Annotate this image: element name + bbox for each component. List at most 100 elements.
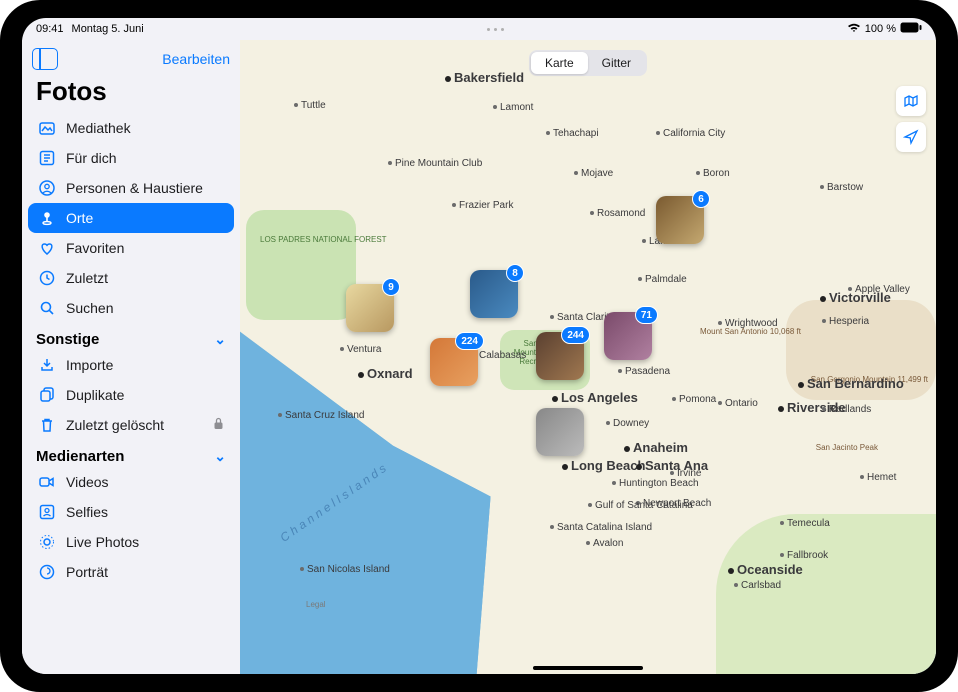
city-label: Barstow xyxy=(820,182,863,193)
city-label: Downey xyxy=(606,418,649,429)
city-label: San Bernardino xyxy=(798,376,904,391)
map-settings-button[interactable] xyxy=(896,86,926,116)
lock-icon xyxy=(213,417,224,433)
sidebar-item-label: Duplikate xyxy=(66,387,124,403)
nav-media: Videos Selfies Live Photos Porträt xyxy=(22,467,240,587)
city-label: Irvine xyxy=(670,468,701,479)
city-label: Bakersfield xyxy=(445,70,524,85)
portrait-icon xyxy=(38,563,56,581)
map-legal-link[interactable]: Legal xyxy=(306,600,326,609)
photo-cluster[interactable]: 71 xyxy=(604,312,652,360)
battery-percent: 100 % xyxy=(865,23,896,35)
sidebar-item-label: Mediathek xyxy=(66,120,131,136)
sidebar-item-foryou[interactable]: Für dich xyxy=(28,143,234,173)
city-label: Pine Mountain Club xyxy=(388,158,482,169)
locate-me-button[interactable] xyxy=(896,122,926,152)
status-date: Montag 5. Juni xyxy=(72,23,144,35)
city-label: Hemet xyxy=(860,472,896,483)
city-label: Temecula xyxy=(780,518,830,529)
app-title: Fotos xyxy=(22,74,240,113)
photo-cluster[interactable]: 224 xyxy=(430,338,478,386)
city-label: Anaheim xyxy=(624,440,688,455)
people-icon xyxy=(38,179,56,197)
city-label: Lamont xyxy=(493,102,533,113)
nav-main: Mediathek Für dich Personen & Haustiere … xyxy=(22,113,240,323)
city-label: Apple Valley xyxy=(848,284,910,295)
city-label: Santa Catalina Island xyxy=(550,522,652,533)
city-label: Tuttle xyxy=(294,100,326,111)
search-icon xyxy=(38,299,56,317)
city-label: Avalon xyxy=(586,538,623,549)
sidebar-item-label: Für dich xyxy=(66,150,117,166)
cluster-count-badge: 244 xyxy=(561,326,590,344)
label-peak-antonio: Mount San Antonio 10,068 ft xyxy=(700,328,801,337)
photo-cluster[interactable]: 8 xyxy=(470,270,518,318)
wifi-icon xyxy=(847,23,861,36)
sidebar-item-recent[interactable]: Zuletzt xyxy=(28,263,234,293)
livephoto-icon xyxy=(38,533,56,551)
trash-icon xyxy=(38,416,56,434)
city-label: Calabasas xyxy=(472,350,526,361)
statusbar: 09:41 Montag 5. Juni 100 % xyxy=(22,18,936,40)
city-label: Wrightwood xyxy=(718,318,778,329)
city-label: San Nicolas Island xyxy=(300,564,390,575)
section-media[interactable]: Medienarten ⌄ xyxy=(22,440,240,467)
city-label: Redlands xyxy=(822,404,871,415)
chevron-down-icon: ⌄ xyxy=(214,331,226,348)
city-label: Gulf of Santa Catalina xyxy=(588,500,693,511)
sidebar-item-label: Porträt xyxy=(66,564,108,580)
duplicate-icon xyxy=(38,386,56,404)
photo-cluster[interactable]: 6 xyxy=(656,196,704,244)
sidebar-item-label: Zuletzt xyxy=(66,270,108,286)
section-title: Medienarten xyxy=(36,448,124,465)
sidebar-item-videos[interactable]: Videos xyxy=(28,467,234,497)
city-label: Pomona xyxy=(672,394,716,405)
map-view[interactable]: Karte Gitter LOS PADRES NATIONAL FOREST … xyxy=(240,40,936,674)
section-other[interactable]: Sonstige ⌄ xyxy=(22,323,240,350)
label-peak-jacinto: San Jacinto Peak xyxy=(816,444,878,453)
sidebar-item-favorites[interactable]: Favoriten xyxy=(28,233,234,263)
home-indicator[interactable] xyxy=(533,666,643,670)
map-forest-lospadres xyxy=(246,210,356,320)
edit-button[interactable]: Bearbeiten xyxy=(162,51,230,67)
sidebar-item-search[interactable]: Suchen xyxy=(28,293,234,323)
sidebar-item-selfies[interactable]: Selfies xyxy=(28,497,234,527)
sidebar-item-label: Importe xyxy=(66,357,113,373)
sidebar-item-livephotos[interactable]: Live Photos xyxy=(28,527,234,557)
status-time: 09:41 xyxy=(36,23,64,35)
city-label: Boron xyxy=(696,168,730,179)
cluster-count-badge: 9 xyxy=(382,278,400,296)
sidebar-item-duplicates[interactable]: Duplikate xyxy=(28,380,234,410)
seg-map[interactable]: Karte xyxy=(531,52,588,74)
sidebar-item-places[interactable]: Orte xyxy=(28,203,234,233)
city-label: Oxnard xyxy=(358,366,413,381)
library-icon xyxy=(38,119,56,137)
selfie-icon xyxy=(38,503,56,521)
city-label: Ontario xyxy=(718,398,758,409)
city-label: Huntington Beach xyxy=(612,478,699,489)
photo-cluster[interactable]: 244 xyxy=(536,332,584,380)
sidebar: Bearbeiten Fotos Mediathek Für dich Pers… xyxy=(22,40,240,674)
photo-cluster[interactable]: 9 xyxy=(346,284,394,332)
city-label: Pasadena xyxy=(618,366,670,377)
sidebar-item-portrait[interactable]: Porträt xyxy=(28,557,234,587)
sidebar-item-deleted[interactable]: Zuletzt gelöscht xyxy=(28,410,234,440)
city-label: Hesperia xyxy=(822,316,869,327)
sidebar-item-label: Zuletzt gelöscht xyxy=(66,417,164,433)
photo-cluster[interactable] xyxy=(536,408,584,456)
view-segmented-control[interactable]: Karte Gitter xyxy=(529,50,647,76)
sidebar-item-imports[interactable]: Importe xyxy=(28,350,234,380)
sidebar-item-people[interactable]: Personen & Haustiere xyxy=(28,173,234,203)
seg-grid[interactable]: Gitter xyxy=(588,52,645,74)
cluster-count-badge: 71 xyxy=(635,306,658,324)
city-label: Fallbrook xyxy=(780,550,828,561)
sidebar-item-label: Personen & Haustiere xyxy=(66,180,203,196)
multitask-dots[interactable] xyxy=(465,28,525,31)
city-label: Ventura xyxy=(340,344,381,355)
sidebar-item-library[interactable]: Mediathek xyxy=(28,113,234,143)
city-label: Los Angeles xyxy=(552,390,638,405)
map-forest-cleveland xyxy=(716,514,936,674)
sidebar-toggle-icon[interactable] xyxy=(32,48,58,70)
city-label: Rosamond xyxy=(590,208,645,219)
places-icon xyxy=(38,209,56,227)
